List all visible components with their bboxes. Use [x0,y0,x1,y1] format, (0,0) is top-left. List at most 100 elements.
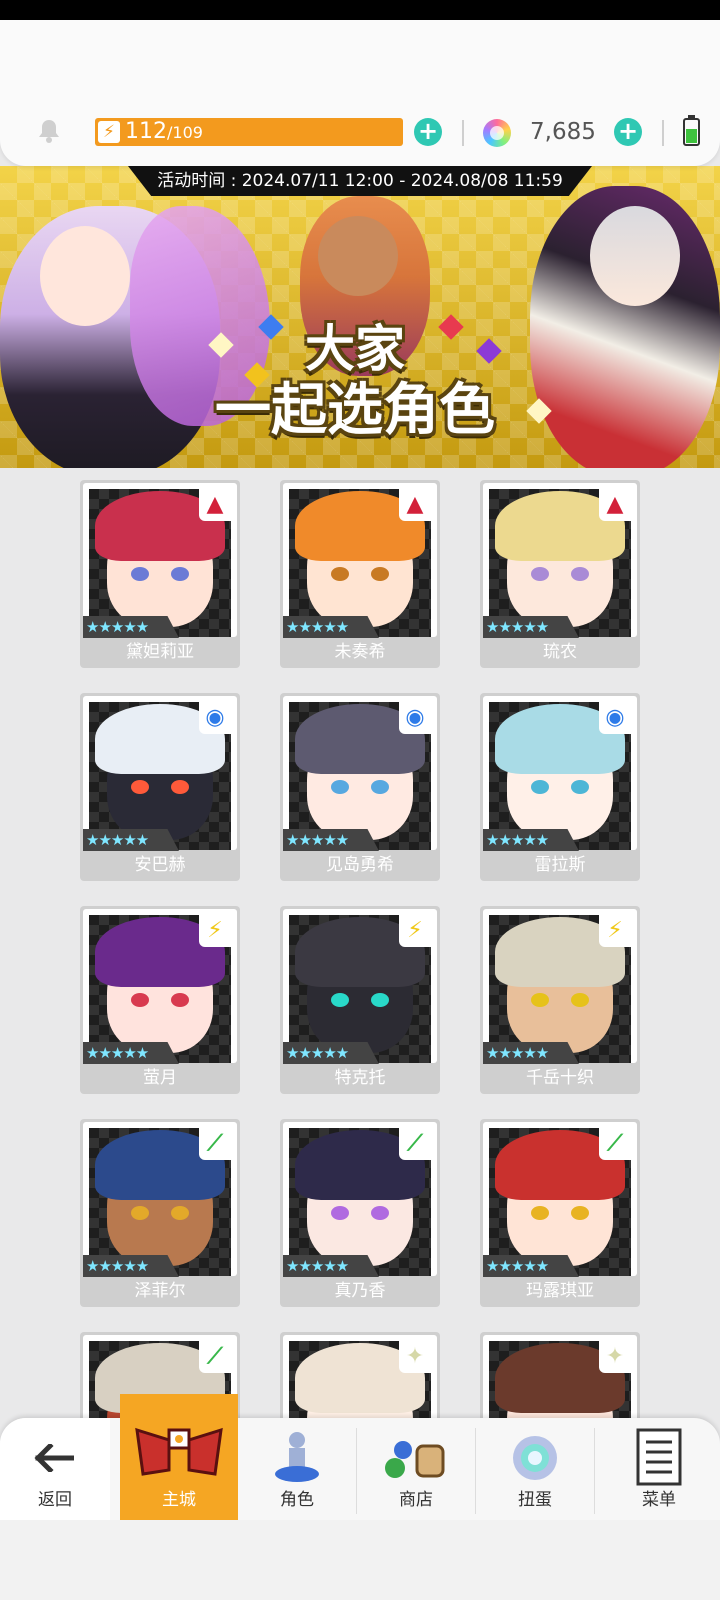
water-icon: ◉ [399,702,431,734]
nav-characters[interactable]: 角色 [238,1418,356,1520]
portrait-eye [371,1206,389,1220]
character-name: 未奏希 [334,642,386,662]
rarity-stars: ★★★★★ [483,1255,579,1277]
rarity-stars: ★★★★★ [83,616,179,638]
wind-icon: ⟋ [599,1128,631,1160]
gem-count: 7,685 [530,119,596,145]
banner-character-right-face [590,206,680,306]
rarity-stars: ★★★★★ [83,1042,179,1064]
energy-current: 112 [125,119,167,144]
resource-bar: ⚡ 112/109 + 7,685 + [0,20,720,166]
shop-bag-icon [385,1441,445,1478]
energy-max: /109 [167,123,203,142]
portrait-eye [371,993,389,1007]
character-card[interactable]: ▲ ★★★★★ 未奏希 [280,480,440,668]
portrait-eye [331,1206,349,1220]
portrait-eye [571,567,589,581]
gacha-orb-icon [513,1436,557,1480]
banner-title: 大家 一起选角色 [215,320,495,443]
character-card[interactable]: ⚡ ★★★★★ 千岳十织 [480,906,640,1094]
add-energy-button[interactable]: + [414,118,442,146]
portrait-eye [131,993,149,1007]
rarity-stars: ★★★★★ [483,1042,579,1064]
bell-icon[interactable] [36,118,62,144]
nav-home[interactable]: 主城 [120,1394,238,1520]
portrait-eye [371,567,389,581]
nav-characters-label: 角色 [280,1490,314,1510]
divider [462,120,464,146]
character-card[interactable]: ▲ ★★★★★ 琉农 [480,480,640,668]
portrait-eye [571,993,589,1007]
character-card[interactable]: ⟋ ★★★★★ 玛露琪亚 [480,1119,640,1307]
fire-icon: ▲ [199,489,231,521]
portrait-eye [331,993,349,1007]
portrait-eye [331,567,349,581]
character-card[interactable]: ⚡ ★★★★★ 特克托 [280,906,440,1094]
nav-menu-label: 菜单 [642,1490,676,1510]
portrait-eye [131,567,149,581]
energy-bar: ⚡ 112/109 [95,118,403,146]
nav-home-label: 主城 [162,1490,196,1510]
light-icon: ✦ [399,1341,431,1373]
portrait-eye [531,567,549,581]
portrait-eye [171,780,189,794]
rarity-stars: ★★★★★ [283,1042,379,1064]
banner-character-left-face [40,226,130,326]
battery-icon [683,115,700,146]
character-card[interactable]: ⟋ ★★★★★ 真乃香 [280,1119,440,1307]
thunder-icon: ⚡ [399,915,431,947]
nav-gacha-label: 扭蛋 [518,1490,552,1510]
character-card[interactable]: ▲ ★★★★★ 黛妲莉亚 [80,480,240,668]
character-card[interactable]: ◉ ★★★★★ 安巴赫 [80,693,240,881]
character-name: 见岛勇希 [326,855,394,875]
portrait-eye [171,993,189,1007]
nav-divider [594,1428,595,1514]
lightning-icon: ⚡ [98,121,120,143]
character-card[interactable]: ◉ ★★★★★ 见岛勇希 [280,693,440,881]
character-name: 玛露琪亚 [526,1281,594,1301]
nav-shop[interactable]: 商店 [357,1418,475,1520]
nav-menu[interactable]: 菜单 [598,1418,720,1520]
character-name: 安巴赫 [134,855,186,875]
rarity-stars: ★★★★★ [83,1255,179,1277]
portrait-eye [171,1206,189,1220]
wind-icon: ⟋ [199,1128,231,1160]
character-name: 泽菲尔 [134,1281,186,1301]
portrait-eye [371,780,389,794]
character-name: 琉农 [543,642,577,662]
rarity-stars: ★★★★★ [483,829,579,851]
back-button[interactable]: 返回 [0,1418,110,1520]
water-icon: ◉ [199,702,231,734]
fire-icon: ▲ [599,489,631,521]
add-gems-button[interactable]: + [614,118,642,146]
rarity-stars: ★★★★★ [283,829,379,851]
wind-icon: ⟋ [199,1341,231,1373]
portrait-eye [531,993,549,1007]
rarity-stars: ★★★★★ [283,1255,379,1277]
portrait-eye [171,567,189,581]
gem-icon [483,119,511,147]
character-card[interactable]: ⚡ ★★★★★ 萤月 [80,906,240,1094]
event-period: 活动时间 : 2024.07/11 12:00 - 2024.08/08 11:… [128,166,592,196]
banner-character-middle-face [318,216,398,296]
portrait-eye [531,1206,549,1220]
menu-list-icon [636,1428,682,1486]
thunder-icon: ⚡ [199,915,231,947]
nav-gacha[interactable]: 扭蛋 [476,1418,594,1520]
portrait-eye [131,1206,149,1220]
status-bar [0,0,720,20]
thunder-icon: ⚡ [599,915,631,947]
home-wings-icon [135,1427,223,1476]
character-name: 黛妲莉亚 [126,642,194,662]
back-label: 返回 [38,1490,72,1510]
nav-shop-label: 商店 [399,1490,433,1510]
divider [662,120,664,146]
rarity-stars: ★★★★★ [83,829,179,851]
character-name: 萤月 [143,1068,177,1088]
character-card[interactable]: ⟋ ★★★★★ 泽菲尔 [80,1119,240,1307]
character-card[interactable]: ◉ ★★★★★ 雷拉斯 [480,693,640,881]
character-name: 雷拉斯 [534,855,586,875]
bottom-nav: 返回 主城 角色 商店 扭蛋 菜单 [0,1394,720,1520]
system-nav-area [0,1520,720,1600]
wind-icon: ⟋ [399,1128,431,1160]
